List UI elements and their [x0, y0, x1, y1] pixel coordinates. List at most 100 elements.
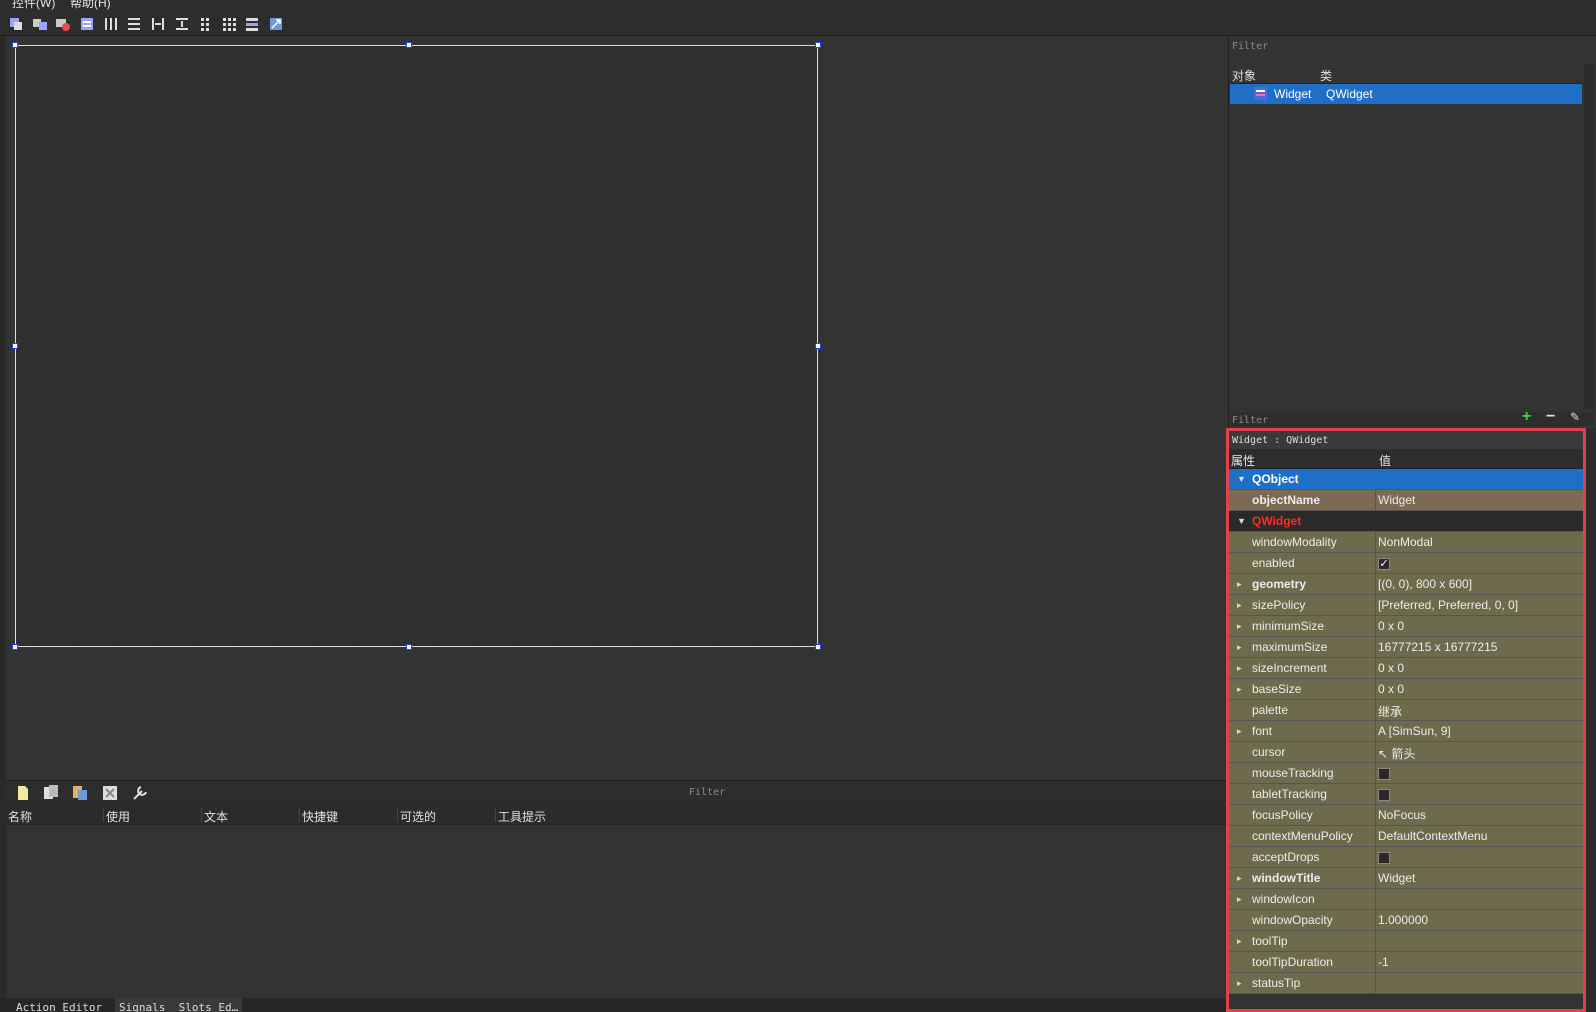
splitter-horizontal-icon[interactable] — [150, 16, 166, 32]
expand-arrow-icon[interactable]: ▸ — [1237, 663, 1242, 674]
property-row-windowTitle[interactable]: ▸ windowTitle Widget — [1229, 868, 1583, 889]
expand-arrow-icon[interactable]: ▸ — [1237, 579, 1242, 590]
expand-arrow-icon[interactable]: ▸ — [1237, 894, 1242, 905]
property-row-objectName[interactable]: objectName Widget — [1229, 490, 1583, 511]
property-value[interactable] — [1378, 850, 1390, 864]
layout-grid-icon[interactable] — [221, 16, 237, 32]
expand-arrow-icon[interactable]: ▸ — [1237, 936, 1242, 947]
property-row-enabled[interactable]: enabled ✓ — [1229, 553, 1583, 574]
column-property[interactable]: 属性 — [1231, 452, 1255, 469]
column-text[interactable]: 文本 — [201, 808, 228, 824]
expand-arrow-icon[interactable]: ▸ — [1237, 873, 1242, 884]
property-value[interactable]: 0 x 0 — [1378, 682, 1404, 696]
tab-action-editor[interactable]: Action Editor — [12, 998, 106, 1012]
resize-handle[interactable] — [815, 42, 821, 48]
expand-arrow-icon[interactable]: ▸ — [1237, 726, 1242, 737]
layout-vertical-icon[interactable] — [126, 16, 142, 32]
property-value[interactable]: ↖ 箭头 — [1378, 745, 1415, 762]
checkbox[interactable] — [1378, 788, 1390, 801]
property-value[interactable]: DefaultContextMenu — [1378, 829, 1487, 843]
menu-help[interactable]: 帮助(H) — [70, 0, 111, 11]
expand-arrow-icon[interactable]: ▸ — [1237, 684, 1242, 695]
checkbox[interactable] — [1378, 767, 1390, 780]
column-tooltip[interactable]: 工具提示 — [495, 808, 546, 824]
property-row-windowModality[interactable]: windowModality NonModal — [1229, 532, 1583, 553]
resize-handle[interactable] — [406, 42, 412, 48]
checkbox[interactable] — [1378, 851, 1390, 864]
property-value[interactable]: NoFocus — [1378, 808, 1426, 822]
property-row-sizeIncrement[interactable]: ▸ sizeIncrement 0 x 0 — [1229, 658, 1583, 679]
splitter-vertical-icon[interactable] — [174, 16, 190, 32]
property-value[interactable]: 1.000000 — [1378, 913, 1428, 927]
break-layout-icon[interactable] — [244, 16, 260, 32]
property-row-windowOpacity[interactable]: windowOpacity 1.000000 — [1229, 910, 1583, 931]
property-value[interactable]: 0 x 0 — [1378, 619, 1404, 633]
property-filter-input[interactable]: Filter — [1232, 415, 1268, 426]
column-shortcut[interactable]: 快捷键 — [299, 808, 338, 824]
layout-form-icon[interactable] — [197, 16, 213, 32]
property-row-tabletTracking[interactable]: tabletTracking — [1229, 784, 1583, 805]
property-row-cursor[interactable]: cursor ↖ 箭头 — [1229, 742, 1583, 763]
property-value[interactable]: 0 x 0 — [1378, 661, 1404, 675]
form-widget[interactable] — [15, 45, 818, 647]
object-filter-input[interactable]: Filter — [1232, 41, 1268, 52]
property-value[interactable]: 继承 — [1378, 703, 1402, 720]
property-row-font[interactable]: ▸ font A [SimSun, 9] — [1229, 721, 1583, 742]
property-row-toolTipDuration[interactable]: toolTipDuration -1 — [1229, 952, 1583, 973]
property-value[interactable]: [(0, 0), 800 x 600] — [1378, 577, 1472, 591]
property-row-sizePolicy[interactable]: ▸ sizePolicy [Preferred, Preferred, 0, 0] — [1229, 595, 1583, 616]
copy-action-icon[interactable] — [42, 784, 60, 802]
column-class[interactable]: 类 — [1320, 67, 1332, 84]
expand-arrow-icon[interactable]: ▸ — [1237, 621, 1242, 632]
property-editor-scrollbar[interactable] — [1586, 428, 1596, 1012]
property-value[interactable]: 16777215 x 16777215 — [1378, 640, 1497, 654]
property-row-toolTip[interactable]: ▸ toolTip — [1229, 931, 1583, 952]
delete-action-icon[interactable] — [101, 784, 119, 802]
property-value[interactable]: -1 — [1378, 955, 1389, 969]
expand-arrow-icon[interactable]: ▼ — [1237, 474, 1246, 484]
property-value[interactable]: A [SimSun, 9] — [1378, 724, 1451, 738]
edit-tab-order-icon[interactable] — [79, 16, 95, 32]
property-value[interactable]: Widget — [1378, 871, 1415, 885]
object-row-widget[interactable]: Widget QWidget — [1230, 84, 1582, 104]
property-value[interactable] — [1378, 787, 1390, 801]
property-row-geometry[interactable]: ▸ geometry [(0, 0), 800 x 600] — [1229, 574, 1583, 595]
expand-arrow-icon[interactable]: ▼ — [1237, 516, 1246, 526]
property-value[interactable]: [Preferred, Preferred, 0, 0] — [1378, 598, 1518, 612]
checkbox[interactable]: ✓ — [1378, 557, 1390, 570]
expand-arrow-icon[interactable]: ▸ — [1237, 642, 1242, 653]
property-row-mouseTracking[interactable]: mouseTracking — [1229, 763, 1583, 784]
property-row-maximumSize[interactable]: ▸ maximumSize 16777215 x 16777215 — [1229, 637, 1583, 658]
paste-action-icon[interactable] — [71, 784, 89, 802]
resize-handle[interactable] — [815, 644, 821, 650]
resize-handle[interactable] — [406, 644, 412, 650]
property-row-baseSize[interactable]: ▸ baseSize 0 x 0 — [1229, 679, 1583, 700]
property-value[interactable] — [1378, 766, 1390, 780]
configure-icon[interactable]: ✎ — [1570, 410, 1580, 424]
property-row-minimumSize[interactable]: ▸ minimumSize 0 x 0 — [1229, 616, 1583, 637]
property-row-windowIcon[interactable]: ▸ windowIcon — [1229, 889, 1583, 910]
property-row-QWidget[interactable]: ▼ QWidget — [1229, 511, 1583, 532]
object-inspector-scrollbar[interactable] — [1584, 64, 1594, 409]
property-value[interactable]: NonModal — [1378, 535, 1433, 549]
tab-signals-slots-editor[interactable]: Signals _Slots Ed… — [115, 998, 243, 1012]
property-value[interactable]: ✓ — [1378, 556, 1390, 570]
edit-signals-icon[interactable] — [32, 16, 48, 32]
property-row-QObject[interactable]: ▼ QObject — [1229, 469, 1583, 490]
column-checkable[interactable]: 可选的 — [397, 808, 436, 824]
property-row-focusPolicy[interactable]: focusPolicy NoFocus — [1229, 805, 1583, 826]
column-name[interactable]: 名称 — [6, 808, 32, 824]
resize-handle[interactable] — [12, 42, 18, 48]
remove-property-icon[interactable]: − — [1546, 408, 1555, 426]
menu-widgets[interactable]: 控件(W) — [12, 0, 55, 11]
configure-icon[interactable] — [131, 784, 149, 802]
column-object[interactable]: 对象 — [1232, 67, 1256, 84]
resize-handle[interactable] — [12, 644, 18, 650]
column-used[interactable]: 使用 — [103, 808, 130, 824]
column-value[interactable]: 值 — [1379, 452, 1391, 469]
property-row-palette[interactable]: palette 继承 — [1229, 700, 1583, 721]
layout-horizontal-icon[interactable] — [103, 16, 119, 32]
resize-handle[interactable] — [12, 343, 18, 349]
adjust-size-icon[interactable] — [268, 16, 284, 32]
edit-buddies-icon[interactable] — [55, 16, 71, 32]
